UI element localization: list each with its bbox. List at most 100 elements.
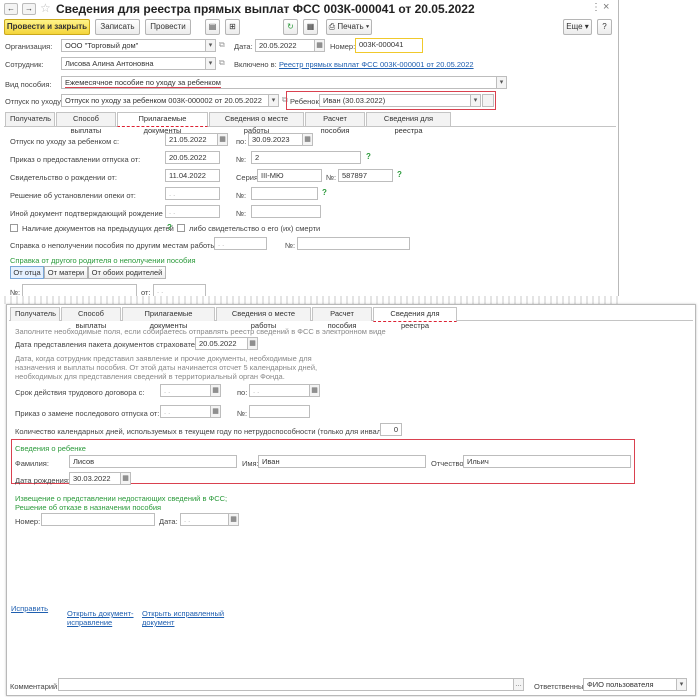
calendar-icon[interactable]: ▦: [248, 337, 258, 350]
benefit-field[interactable]: Ежемесячное пособие по уходу за ребенком: [61, 76, 497, 89]
org-field[interactable]: ООО "Торговый дом": [61, 39, 206, 52]
birth-date-field[interactable]: 30.03.2022: [69, 472, 121, 485]
open-fix-document-link[interactable]: Открыть документ-: [67, 609, 134, 618]
more-button[interactable]: Еще ▾: [563, 19, 592, 35]
guardian-no-field[interactable]: [251, 187, 318, 200]
benefit-select-icon[interactable]: ▾: [497, 76, 507, 89]
employee-field[interactable]: Лисова Алина Антоновна: [61, 57, 206, 70]
open-icon[interactable]: ⧉: [219, 58, 225, 68]
no-benefit-date-field[interactable]: . .: [214, 237, 267, 250]
date-field[interactable]: 20.05.2022: [255, 39, 315, 52]
window-menu-icon[interactable]: ⋮: [591, 2, 601, 13]
open-icon[interactable]: ⧉: [219, 40, 225, 50]
help-icon[interactable]: ?: [397, 170, 402, 179]
included-registry-link[interactable]: Реестр прямых выплат ФСС 003К-000001 от …: [279, 60, 474, 69]
org-select-icon[interactable]: ▾: [206, 39, 216, 52]
tab-workplace-info[interactable]: Сведения о месте работы: [216, 307, 311, 330]
calendar-icon[interactable]: ▦: [121, 472, 131, 485]
calendar-icon[interactable]: ▦: [229, 513, 239, 526]
help-icon[interactable]: ?: [167, 223, 172, 232]
surname-field[interactable]: Лисов: [69, 455, 237, 468]
employee-label: Сотрудник:: [5, 60, 44, 69]
order-no-field[interactable]: 2: [251, 151, 361, 164]
birth-cert-date-field[interactable]: 11.04.2022: [165, 169, 220, 182]
tab-payment-method[interactable]: Способ выплаты: [56, 112, 116, 135]
leave-from-field[interactable]: 21.05.2022: [165, 133, 218, 146]
structure-icon[interactable]: ⊞: [225, 19, 240, 35]
comment-field[interactable]: [58, 678, 514, 691]
prev-docs-checkbox[interactable]: [10, 224, 18, 232]
comment-expand-icon[interactable]: …: [514, 678, 524, 691]
open-fixed-document-link[interactable]: Открыть исправленный: [142, 609, 224, 618]
leave-field[interactable]: Отпуск по уходу за ребенком 003К-000002 …: [61, 94, 269, 107]
replace-order-no-field[interactable]: [249, 405, 310, 418]
from-mother-button[interactable]: От матери: [44, 266, 88, 279]
help-icon[interactable]: ?: [366, 152, 371, 161]
child-info-title: Сведения о ребенке: [15, 444, 86, 453]
employee-select-icon[interactable]: ▾: [206, 57, 216, 70]
back-icon[interactable]: ←: [4, 3, 18, 15]
attachment-icon[interactable]: ▦: [303, 19, 318, 35]
print-button[interactable]: ⎙ Печать ▾: [326, 19, 372, 35]
replace-order-date-field[interactable]: . .: [160, 405, 211, 418]
calendar-icon[interactable]: ▦: [310, 384, 320, 397]
patronymic-field[interactable]: Ильич: [463, 455, 631, 468]
leave-to-field[interactable]: 30.09.2023: [248, 133, 303, 146]
submit-date-field[interactable]: 20.05.2022: [195, 337, 248, 350]
favorite-star-icon[interactable]: ☆: [40, 1, 51, 15]
contract-from-field[interactable]: . .: [160, 384, 211, 397]
notice-number-field[interactable]: [41, 513, 155, 526]
from-father-button[interactable]: От отца: [10, 266, 44, 279]
other-doc-no-field[interactable]: [251, 205, 321, 218]
tab-registry-info[interactable]: Сведения для реестра: [373, 307, 457, 330]
child-select-icon[interactable]: ▾: [471, 94, 481, 107]
tab-benefit-calculation[interactable]: Расчет пособия: [312, 307, 372, 330]
tab-payment-method[interactable]: Способ выплаты: [61, 307, 121, 330]
calendar-icon[interactable]: ▦: [218, 133, 228, 146]
responsible-field[interactable]: ФИО пользователя: [583, 678, 677, 691]
order-no-label: №:: [236, 155, 247, 164]
notice-date-field[interactable]: . .: [180, 513, 229, 526]
no-benefit-no-field[interactable]: [297, 237, 410, 250]
fix-link[interactable]: Исправить: [11, 604, 48, 613]
leave-select-icon[interactable]: ▾: [269, 94, 279, 107]
tab-benefit-calculation[interactable]: Расчет пособия: [305, 112, 365, 135]
responsible-select-icon[interactable]: ▾: [677, 678, 687, 691]
tab-recipient[interactable]: Получатель: [5, 112, 55, 126]
post-and-close-button[interactable]: Провести и закрыть: [4, 19, 90, 35]
calendar-icon[interactable]: ▦: [211, 384, 221, 397]
open-fix-document-link-2[interactable]: исправление: [67, 618, 112, 627]
calendar-icon[interactable]: ▦: [211, 405, 221, 418]
tab-attached-documents[interactable]: Прилагаемые документы: [117, 112, 208, 135]
help-button[interactable]: ?: [597, 19, 612, 35]
birth-cert-no-field[interactable]: 587897: [338, 169, 393, 182]
document-icon[interactable]: ▤: [205, 19, 220, 35]
save-button[interactable]: Записать: [95, 19, 140, 35]
open-fixed-document-link-2[interactable]: документ: [142, 618, 174, 627]
tab-attached-documents[interactable]: Прилагаемые документы: [122, 307, 215, 330]
post-button[interactable]: Провести: [145, 19, 191, 35]
child-field[interactable]: Иван (30.03.2022): [319, 94, 471, 107]
name-field[interactable]: Иван: [258, 455, 426, 468]
series-field[interactable]: III-МЮ: [257, 169, 322, 182]
close-icon[interactable]: ×: [603, 1, 609, 13]
calendar-icon[interactable]: ▦: [303, 133, 313, 146]
tab-recipient[interactable]: Получатель: [10, 307, 60, 321]
number-field[interactable]: 003К-000041: [355, 38, 423, 53]
tab-workplace-info[interactable]: Сведения о месте работы: [209, 112, 304, 135]
child-open-button[interactable]: [482, 94, 494, 107]
other-doc-label: Иной документ подтверждающий рождение от…: [10, 209, 175, 218]
other-doc-date-field[interactable]: . .: [165, 205, 220, 218]
death-cert-checkbox[interactable]: [177, 224, 185, 232]
guardian-date-field[interactable]: . .: [165, 187, 220, 200]
contract-to-field[interactable]: . .: [249, 384, 310, 397]
from-both-parents-button[interactable]: От обоих родителей: [88, 266, 166, 279]
days-field[interactable]: 0: [380, 423, 402, 436]
submit-date-label: Дата представления пакета документов стр…: [15, 340, 207, 349]
order-date-field[interactable]: 20.05.2022: [165, 151, 220, 164]
calendar-icon[interactable]: ▦: [315, 39, 325, 52]
refresh-icon[interactable]: ↻: [283, 19, 298, 35]
help-icon[interactable]: ?: [322, 188, 327, 197]
forward-icon[interactable]: →: [22, 3, 36, 15]
tab-registry-info[interactable]: Сведения для реестра: [366, 112, 451, 135]
